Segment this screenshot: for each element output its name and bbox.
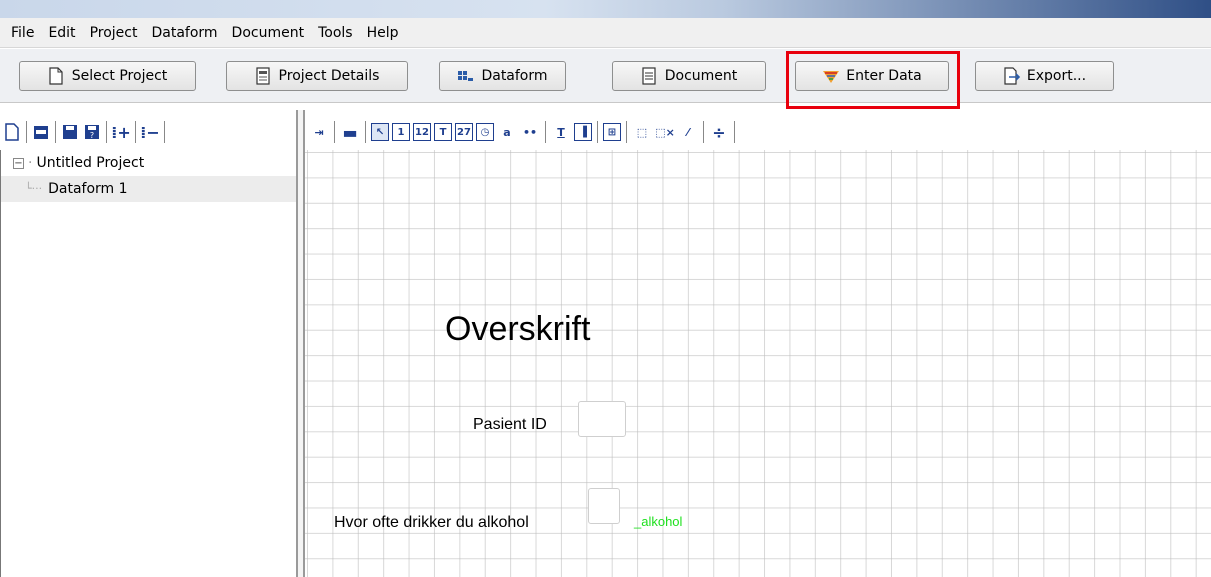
export-icon — [1003, 67, 1021, 85]
menu-document[interactable]: Document — [225, 19, 312, 47]
export-button[interactable]: Export... — [975, 61, 1114, 91]
date-field-icon[interactable]: 27 — [455, 123, 473, 141]
toolbar-separator — [545, 121, 546, 143]
alkohol-variable-name: _alkohol — [634, 514, 683, 529]
menu-bar: File Edit Project Dataform Document Tool… — [0, 18, 1211, 48]
menu-tools[interactable]: Tools — [311, 19, 360, 47]
tree-node-project[interactable]: − · Untitled Project — [1, 150, 296, 176]
toolbar-separator — [597, 121, 598, 143]
document-label: Document — [664, 68, 738, 84]
toolbar-separator — [734, 121, 735, 143]
dataform-icon — [457, 67, 474, 85]
text-field-icon[interactable]: T — [434, 123, 452, 141]
open-folder-icon[interactable] — [31, 120, 51, 144]
toolbar-separator — [365, 121, 366, 143]
dataform-button[interactable]: Dataform — [439, 61, 566, 91]
remove-node-icon[interactable]: ⁞− — [140, 120, 160, 144]
main-toolbar: Select Project Project Details Dataform … — [0, 49, 1211, 103]
document-icon — [641, 67, 657, 85]
toolbar-separator — [55, 121, 56, 143]
tree-node-label: Dataform 1 — [48, 181, 128, 197]
eraser-icon[interactable]: ⁄ — [678, 121, 698, 143]
tree-line-icon: · — [28, 155, 33, 171]
pasient-id-label[interactable]: Pasient ID — [473, 416, 547, 434]
menu-project[interactable]: Project — [83, 19, 145, 47]
section-icon[interactable]: ▐ — [574, 123, 592, 141]
time-field-icon[interactable]: ◷ — [476, 123, 494, 141]
window-title-bar — [0, 0, 1211, 18]
toolbar-separator — [703, 121, 704, 143]
menu-help[interactable]: Help — [360, 19, 406, 47]
document-button[interactable]: Document — [612, 61, 766, 91]
toolbar-separator — [106, 121, 107, 143]
tree-node-label: Untitled Project — [36, 155, 145, 171]
toolbar-separator — [334, 121, 335, 143]
other-fields-icon[interactable]: •• — [520, 121, 540, 143]
align-icon[interactable]: ⊞ — [603, 123, 621, 141]
auto-field-icon[interactable]: a — [497, 121, 517, 143]
export-label: Export... — [1026, 68, 1087, 84]
dataform-design-canvas[interactable]: Overskrift Pasient ID Hvor ofte drikker … — [305, 150, 1211, 577]
select-pointer-icon[interactable]: ↖ — [371, 123, 389, 141]
panel-splitter[interactable] — [296, 110, 305, 577]
blank-page-icon — [48, 67, 64, 85]
enter-data-highlight-box — [786, 51, 960, 109]
pasient-id-field[interactable] — [578, 401, 626, 437]
tree-line-icon: └··· — [25, 182, 43, 195]
dataform-label: Dataform — [481, 68, 548, 84]
project-details-button[interactable]: Project Details — [226, 61, 408, 91]
float-field-icon[interactable]: 12 — [413, 123, 431, 141]
import-icon[interactable]: ⇥ — [309, 121, 329, 143]
project-details-label: Project Details — [278, 68, 380, 84]
add-node-icon[interactable]: ⁞+ — [111, 120, 131, 144]
alkohol-field[interactable] — [588, 488, 620, 524]
menu-edit[interactable]: Edit — [41, 19, 82, 47]
select-project-label: Select Project — [71, 68, 168, 84]
delete-field-icon[interactable]: ⬚× — [655, 121, 675, 143]
toolbar-separator — [626, 121, 627, 143]
designer-toolbar: ⇥ ▬ ↖ 1 12 T 27 ◷ a •• T ▐ ⊞ ⬚ ⬚× ⁄ ÷ — [305, 115, 1211, 149]
new-file-icon[interactable] — [2, 120, 22, 144]
heading-icon[interactable]: T — [551, 121, 571, 143]
toolbar-separator — [135, 121, 136, 143]
print-icon[interactable]: ▬ — [340, 121, 360, 143]
save-icon[interactable] — [60, 120, 80, 144]
save-as-icon[interactable]: ? — [82, 120, 102, 144]
tree-toolbar: ? ⁞+ ⁞− — [0, 115, 296, 149]
menu-dataform[interactable]: Dataform — [144, 19, 224, 47]
split-icon[interactable]: ÷ — [709, 121, 729, 143]
tree-node-dataform[interactable]: └··· Dataform 1 — [1, 176, 296, 202]
project-tree: − · Untitled Project └··· Dataform 1 — [0, 150, 296, 577]
select-project-button[interactable]: Select Project — [19, 61, 196, 91]
collapse-icon[interactable]: − — [13, 157, 24, 169]
toolbar-separator — [26, 121, 27, 143]
form-heading[interactable]: Overskrift — [445, 310, 590, 349]
integer-field-icon[interactable]: 1 — [392, 123, 410, 141]
toolbar-separator — [164, 121, 165, 143]
edit-field-icon[interactable]: ⬚ — [632, 121, 652, 143]
details-page-icon — [255, 67, 271, 85]
alkohol-label[interactable]: Hvor ofte drikker du alkohol — [334, 514, 529, 532]
menu-file[interactable]: File — [4, 19, 41, 47]
svg-text:?: ? — [90, 131, 94, 140]
